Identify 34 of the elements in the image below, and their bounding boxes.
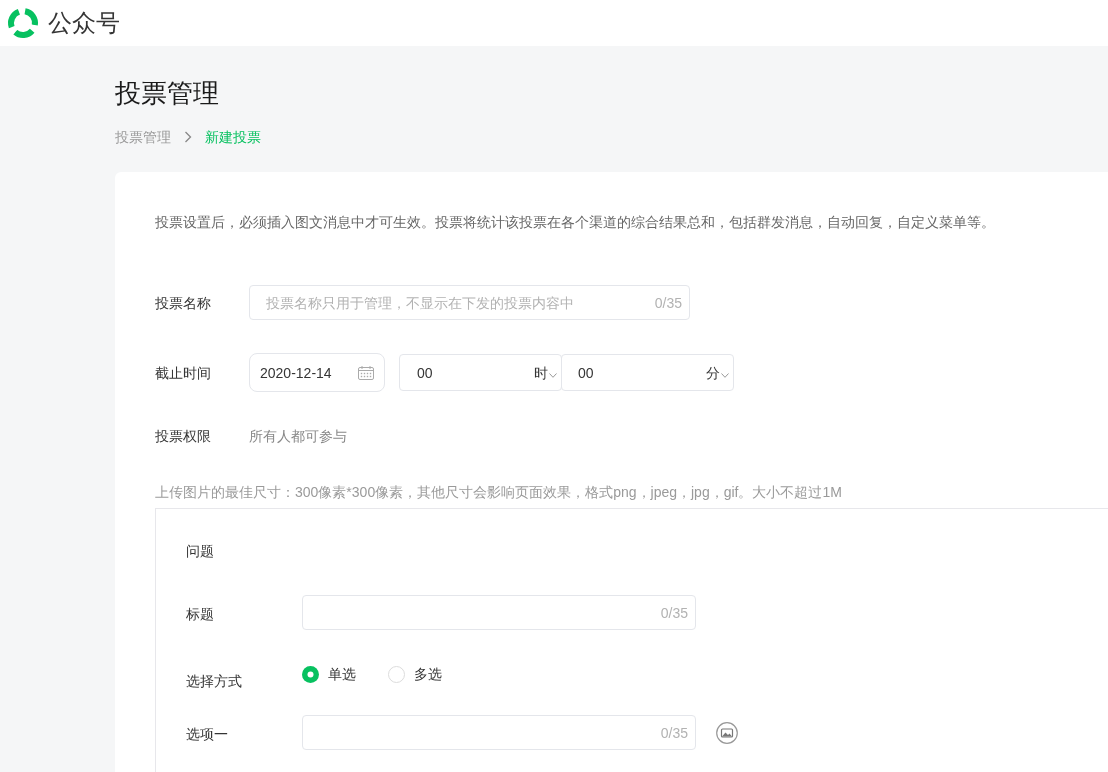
char-counter: 0/35 — [660, 723, 688, 743]
page-title: 投票管理 — [115, 78, 219, 108]
caret-icon — [549, 372, 557, 378]
select-value: 00 — [578, 363, 595, 383]
section-heading: 问题 — [186, 542, 214, 561]
minute-select[interactable]: 00 分 — [561, 354, 734, 391]
field-label: 投票权限 — [155, 427, 212, 446]
breadcrumb-current: 新建投票 — [205, 128, 261, 147]
unit-label: 分 — [706, 363, 720, 383]
field-label: 截止时间 — [155, 363, 212, 383]
field-label: 选择方式 — [186, 672, 242, 691]
hour-select[interactable]: 00 时 — [399, 354, 562, 391]
char-counter: 0/35 — [660, 603, 688, 623]
app-name: 公众号 — [48, 8, 120, 38]
field-label: 投票名称 — [155, 293, 212, 313]
radio-option[interactable]: 多选 — [388, 664, 442, 684]
permission-value: 所有人都可参与 — [249, 427, 347, 446]
title-input[interactable] — [302, 595, 696, 630]
option-input[interactable] — [302, 715, 696, 750]
chevron-right-icon — [184, 131, 192, 143]
notice-text: 投票设置后，必须插入图文消息中才可生效。投票将统计该投票在各个渠道的综合结果总和，包括群发消息，自动回复，自定义菜单等。 — [155, 213, 995, 232]
field-label: 选项一 — [186, 724, 228, 744]
field-label: 标题 — [186, 605, 214, 624]
upload-hint: 上传图片的最佳尺寸：300像素*300像素，其他尺寸会影响页面效果，格式png，jpeg，jpg，gif。大小不超过1M — [155, 483, 842, 502]
calendar-icon — [358, 365, 374, 380]
date-field[interactable]: 2020-12-14 — [249, 353, 385, 392]
date-value: 2020-12-14 — [260, 364, 332, 381]
image-icon[interactable] — [716, 721, 738, 744]
logo-icon — [6, 6, 40, 40]
radio-option[interactable]: 单选 — [302, 664, 356, 684]
caret-icon — [721, 372, 729, 378]
unit-label: 时 — [534, 363, 548, 383]
char-counter: 0/35 — [654, 293, 682, 313]
select-value: 00 — [417, 363, 434, 383]
